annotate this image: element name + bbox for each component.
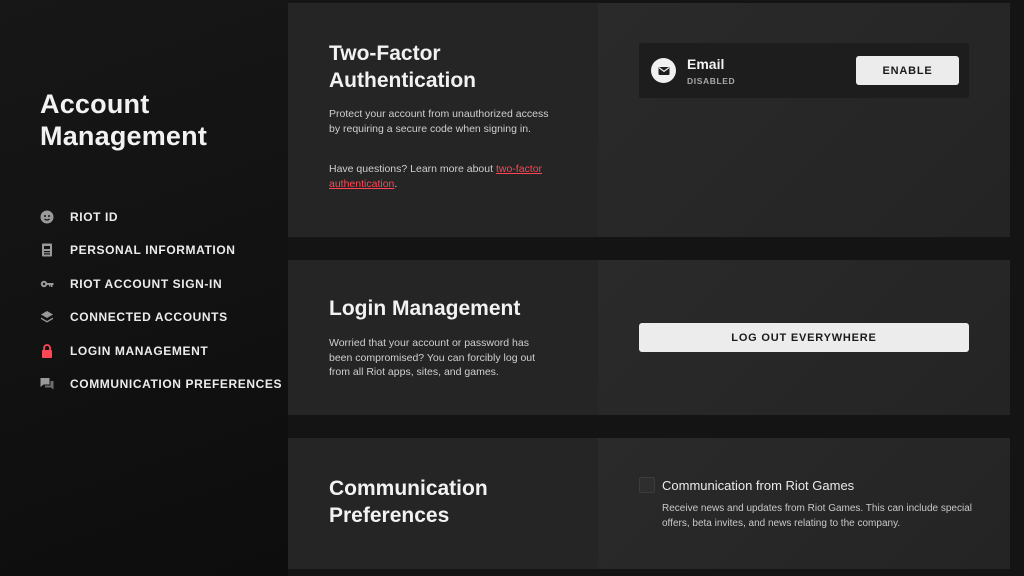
two-factor-title: Two-Factor Authentication: [329, 40, 476, 94]
two-factor-questions: Have questions? Learn more about two-fac…: [329, 162, 561, 191]
sidebar-item-label: RIOT ID: [70, 209, 119, 224]
two-factor-card: Two-Factor Authentication Protect your a…: [288, 3, 1010, 237]
page-title-text: Account Management: [40, 89, 208, 151]
riot-communication-label[interactable]: Communication from Riot Games: [662, 478, 854, 493]
login-management-description: Worried that your account or password ha…: [329, 337, 536, 378]
face-icon: [38, 208, 56, 226]
two-factor-description: Protect your account from unauthorized a…: [329, 108, 549, 135]
chat-icon: [38, 375, 56, 393]
sidebar-item-riot-account-sign-in[interactable]: RIOT ACCOUNT SIGN-IN: [38, 267, 282, 301]
sidebar-item-label: LOGIN MANAGEMENT: [70, 343, 209, 358]
two-factor-title-line1: Two-Factor: [329, 42, 441, 65]
communication-controls: Communication from Riot Games Receive ne…: [598, 438, 1010, 569]
login-management-info: Login Management Worried that your accou…: [288, 260, 598, 415]
sidebar-item-login-management[interactable]: LOGIN MANAGEMENT: [38, 334, 282, 368]
communication-title: Communication Preferences: [329, 475, 488, 529]
two-factor-controls: Email DISABLED ENABLE: [598, 3, 1010, 237]
sidebar: Account Management RIOT ID PERSONAL INFO…: [0, 0, 288, 576]
questions-prefix: Have questions? Learn more about: [329, 163, 496, 175]
riot-communication-description: Receive news and updates from Riot Games…: [662, 503, 972, 529]
login-management-controls: LOG OUT EVERYWHERE: [598, 260, 1010, 415]
communication-info: Communication Preferences: [288, 438, 598, 569]
sidebar-item-label: CONNECTED ACCOUNTS: [70, 310, 228, 325]
communication-card: Communication Preferences Communication …: [288, 438, 1010, 569]
sidebar-nav: RIOT ID PERSONAL INFORMATION RIOT ACCOUN…: [38, 200, 282, 401]
sidebar-item-riot-id[interactable]: RIOT ID: [38, 200, 282, 234]
layers-icon: [38, 308, 56, 326]
communication-title-line1: Communication: [329, 477, 488, 500]
id-card-icon: [38, 241, 56, 259]
email-status-badge: DISABLED: [687, 76, 736, 86]
page-title: Account Management: [40, 88, 240, 152]
login-management-card: Login Management Worried that your accou…: [288, 260, 1010, 415]
sidebar-item-label: RIOT ACCOUNT SIGN-IN: [70, 276, 223, 291]
sidebar-item-connected-accounts[interactable]: CONNECTED ACCOUNTS: [38, 301, 282, 335]
email-method-label: Email: [687, 56, 725, 72]
lock-icon: [38, 342, 56, 360]
sidebar-item-label: COMMUNICATION PREFERENCES: [70, 377, 283, 392]
riot-communication-checkbox[interactable]: [639, 477, 655, 493]
log-out-everywhere-button[interactable]: LOG OUT EVERYWHERE: [639, 323, 969, 352]
mail-icon: [651, 58, 676, 83]
sidebar-item-label: PERSONAL INFORMATION: [70, 243, 236, 258]
enable-button[interactable]: ENABLE: [856, 56, 959, 85]
email-method-row: Email DISABLED ENABLE: [639, 43, 969, 98]
sidebar-item-personal-information[interactable]: PERSONAL INFORMATION: [38, 234, 282, 268]
communication-title-line2: Preferences: [329, 504, 450, 527]
key-icon: [38, 275, 56, 293]
questions-suffix: .: [394, 177, 398, 190]
two-factor-title-line2: Authentication: [329, 69, 476, 92]
sidebar-item-communication-preferences[interactable]: COMMUNICATION PREFERENCES: [38, 368, 282, 402]
login-management-title: Login Management: [329, 297, 521, 320]
two-factor-info: Two-Factor Authentication Protect your a…: [288, 3, 598, 237]
